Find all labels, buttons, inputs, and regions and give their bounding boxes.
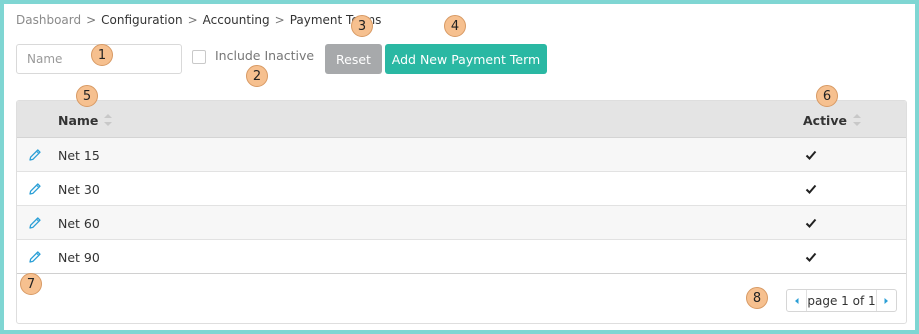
table-row: Net 60: [17, 206, 906, 240]
include-inactive-checkbox[interactable]: [192, 50, 206, 64]
sort-icon[interactable]: [852, 114, 861, 126]
table-row: Net 30: [17, 172, 906, 206]
breadcrumb-separator: >: [187, 13, 198, 27]
annotation-badge-7: 7: [20, 273, 42, 295]
column-header-active-label: Active: [803, 113, 847, 128]
caret-left-icon: [794, 297, 799, 304]
reset-button[interactable]: Reset: [325, 44, 382, 74]
annotation-badge-8: 8: [746, 287, 768, 309]
breadcrumb: Dashboard > Configuration > Accounting > Payme…: [16, 13, 381, 27]
payment-terms-table: Name Active Net 15 Net 30 Net 60 Net 90 …: [16, 100, 907, 324]
pencil-edit-icon[interactable]: [27, 181, 43, 197]
annotation-badge-2: 2: [246, 65, 268, 87]
checkmark-icon: [805, 218, 817, 228]
app-frame: Dashboard > Configuration > Accounting > Payme…: [4, 4, 915, 330]
pencil-edit-icon[interactable]: [27, 249, 43, 265]
add-new-payment-term-button[interactable]: Add New Payment Term: [385, 44, 547, 74]
column-header-name-label: Name: [58, 113, 99, 128]
cell-name: Net 90: [58, 250, 100, 265]
pencil-edit-icon[interactable]: [27, 147, 43, 163]
annotation-badge-3: 3: [351, 15, 373, 37]
next-page-button[interactable]: [875, 290, 896, 311]
page-indicator: page 1 of 1: [807, 293, 876, 308]
table-row: Net 15: [17, 138, 906, 172]
checkmark-icon: [805, 184, 817, 194]
caret-right-icon: [884, 297, 889, 304]
column-header-active[interactable]: Active: [803, 113, 861, 128]
cell-name: Net 30: [58, 182, 100, 197]
sort-icon[interactable]: [104, 114, 113, 126]
column-header-name[interactable]: Name: [58, 113, 113, 128]
checkmark-icon: [805, 252, 817, 262]
cell-name: Net 60: [58, 216, 100, 231]
annotation-badge-4: 4: [444, 15, 466, 37]
pagination: page 1 of 1: [786, 289, 897, 312]
annotation-badge-5: 5: [76, 85, 98, 107]
breadcrumb-configuration[interactable]: Configuration: [101, 13, 182, 27]
checkmark-icon: [805, 150, 817, 160]
breadcrumb-separator: >: [86, 13, 97, 27]
annotation-badge-6: 6: [816, 85, 838, 107]
breadcrumb-accounting[interactable]: Accounting: [203, 13, 270, 27]
cell-name: Net 15: [58, 148, 100, 163]
table-row: Net 90: [17, 240, 906, 274]
include-inactive-label[interactable]: Include Inactive: [215, 48, 314, 63]
annotation-badge-1: 1: [91, 44, 113, 66]
prev-page-button[interactable]: [787, 290, 808, 311]
breadcrumb-dashboard[interactable]: Dashboard: [16, 13, 81, 27]
breadcrumb-separator: >: [274, 13, 285, 27]
table-header: Name Active: [17, 101, 906, 138]
pencil-edit-icon[interactable]: [27, 215, 43, 231]
